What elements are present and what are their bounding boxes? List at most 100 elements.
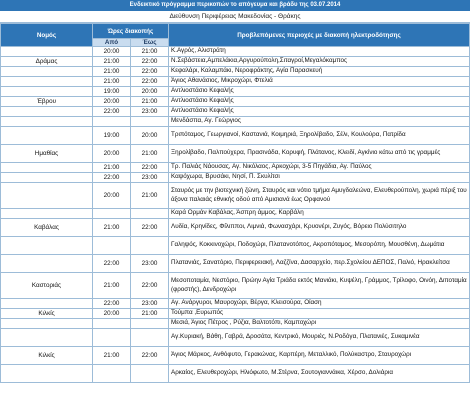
to-time-cell: 22:00 xyxy=(129,218,170,237)
to-time-cell xyxy=(129,116,170,127)
nomos-cell xyxy=(0,162,93,173)
nomos-cell xyxy=(0,66,93,77)
to-time-cell: 23:00 xyxy=(129,298,170,309)
areas-cell: Σταυρός με την βιοτεχνική ζώνη, Σταυρός … xyxy=(168,182,470,209)
from-time-cell: 19:00 xyxy=(92,86,131,97)
table-row: Καστοριάς 21:00 22:00 Μεσοποταμία, Νεστόριο… xyxy=(0,272,470,299)
areas-cell: Αρκαίος, Ελευθεροχώρι, Ηλιόφωτο, Μ.Στέρν… xyxy=(168,364,470,383)
areas-cell: Άγιος Αθανάσιος, Μικροχώρι, Φτελιά xyxy=(168,76,470,87)
from-time-cell: 22:00 xyxy=(92,172,131,183)
to-time-cell: 21:00 xyxy=(129,46,170,57)
from-time-cell: 21:00 xyxy=(92,272,131,299)
nomos-cell xyxy=(0,298,93,309)
outage-schedule: Ενδεικτικό πρόγραμμα περικοπών το απόγευ… xyxy=(0,0,470,404)
to-time-cell: 21:00 xyxy=(129,182,170,209)
table-row: 22:00 23:00 Αντλιοστάσιο Κεφαλής xyxy=(0,106,470,117)
table-row: 21:00 22:00 Κεφαλάρι, Καλαμπάκι, Νεροφράκτ… xyxy=(0,66,470,77)
from-time-cell: 20:00 xyxy=(92,308,131,319)
table-row: Μεσιά, Άγιος Πέτρος , Ρύζια, Βαλτοτόπι, … xyxy=(0,318,470,329)
col-eos-header: Έως xyxy=(129,38,170,47)
table-row: 22:00 23:00 Πλατανιάς, Σανατόριο, Περιφερε… xyxy=(0,254,470,273)
areas-cell: Ν.Σεβάστεια,Αμπελάκια,Αργυρούπολη,Σιταγρ… xyxy=(168,56,470,67)
nomos-cell xyxy=(0,172,93,183)
areas-cell: Αντλιοστάσιο Κεφαλής xyxy=(168,96,470,107)
table-row: Κιλκίς 20:00 21:00 Τούμπα ,Ευρωπός xyxy=(0,308,470,319)
from-time-cell xyxy=(92,236,131,255)
table-row: 19:00 20:00 Αντλιοστάσιο Κεφαλής xyxy=(0,86,470,97)
from-time-cell: 21:00 xyxy=(92,56,131,67)
from-time-cell: 21:00 xyxy=(92,218,131,237)
nomos-cell xyxy=(0,76,93,87)
table-row: 22:00 23:00 Αγ. Ανάργυροι, Μαυροχώρι, Βέργ… xyxy=(0,298,470,309)
from-time-cell: 21:00 xyxy=(92,76,131,87)
areas-cell: Αγ. Ανάργυροι, Μαυροχώρι, Βέργα, Κλεισού… xyxy=(168,298,470,309)
to-time-cell: 22:00 xyxy=(129,346,170,365)
from-time-cell: 19:00 xyxy=(92,126,131,145)
nomos-cell: Κιλκίς xyxy=(0,308,93,319)
nomos-cell xyxy=(0,254,93,273)
nomos-cell xyxy=(0,182,93,209)
from-time-cell: 21:00 xyxy=(92,346,131,365)
nomos-cell: Δράμας xyxy=(0,56,93,67)
from-time-cell xyxy=(92,364,131,383)
to-time-cell: 22:00 xyxy=(129,272,170,299)
col-nomos-header: Νομός xyxy=(0,23,93,47)
nomos-cell xyxy=(0,46,93,57)
nomos-cell xyxy=(0,328,93,347)
table-row: Ημαθίας 20:00 21:00 Ξηρολίβαδο, Παλπούχερα,… xyxy=(0,144,470,163)
from-time-cell xyxy=(92,318,131,329)
areas-cell: Μεσοποταμία, Νεστόριο, Πρώην Αγία Τριάδα… xyxy=(168,272,470,299)
to-time-cell xyxy=(129,208,170,219)
from-time-cell: 20:00 xyxy=(92,46,131,57)
to-time-cell: 22:00 xyxy=(129,76,170,87)
to-time-cell xyxy=(129,328,170,347)
from-time-cell: 20:00 xyxy=(92,96,131,107)
nomos-cell: Έβρου xyxy=(0,96,93,107)
table-row: Αρκαίος, Ελευθεροχώρι, Ηλιόφωτο, Μ.Στέρν… xyxy=(0,364,470,383)
schedule-title: Ενδεικτικό πρόγραμμα περικοπών το απόγευ… xyxy=(0,0,470,11)
nomos-cell xyxy=(0,236,93,255)
nomos-cell: Καβάλας xyxy=(0,218,93,237)
areas-cell: Αντλιοστάσιο Κεφαλής xyxy=(168,86,470,97)
table-row: 19:00 20:00 Τριπόταμος, Γεωργιανοί, Κασταν… xyxy=(0,126,470,145)
areas-cell: Τούμπα ,Ευρωπός xyxy=(168,308,470,319)
col-hours-header: Ώρες διακοπής xyxy=(91,23,170,39)
from-time-cell xyxy=(92,116,131,127)
to-time-cell: 23:00 xyxy=(129,106,170,117)
from-time-cell: 22:00 xyxy=(92,106,131,117)
table-row: 21:00 22:00 Τρ. Παλιάς Νάουσας, Αγ. Νικόλα… xyxy=(0,162,470,173)
table-row: 20:00 21:00 Σταυρός με την βιοτεχνική ζώνη… xyxy=(0,182,470,209)
nomos-cell xyxy=(0,86,93,97)
outage-table: Νομός Ώρες διακοπής Προβλεπόμενες περιοχ… xyxy=(0,23,470,383)
nomos-cell: Ημαθίας xyxy=(0,144,93,163)
to-time-cell: 21:00 xyxy=(129,96,170,107)
table-row: 21:00 22:00 Άγιος Αθανάσιος, Μικροχώρι, Φτ… xyxy=(0,76,470,87)
areas-cell: Καρά Ορμάν Καβάλας, Άσπρη άμμος, Καρβάλη xyxy=(168,208,470,219)
table-row: Μενδάσπα, Αγ. Γεώργιος xyxy=(0,116,470,127)
to-time-cell: 23:00 xyxy=(129,254,170,273)
areas-cell: Τριπόταμος, Γεωργιανοί, Καστανιά, Κοιμηρ… xyxy=(168,126,470,145)
to-time-cell: 20:00 xyxy=(129,86,170,97)
to-time-cell: 21:00 xyxy=(129,308,170,319)
table-row: 20:00 21:00 Κ.Αγρός, Αλιστράτη xyxy=(0,46,470,57)
col-apo-header: Από xyxy=(92,38,131,47)
table-row: Έβρου 20:00 21:00 Αντλιοστάσιο Κεφαλής xyxy=(0,96,470,107)
from-time-cell xyxy=(92,328,131,347)
areas-cell: Πλατανιάς, Σανατόριο, Περιφερειακή, Λαζζ… xyxy=(168,254,470,273)
nomos-cell xyxy=(0,116,93,127)
col-areas-header: Προβλεπόμενες περιοχές με διακοπή ηλεκτρ… xyxy=(168,23,470,47)
to-time-cell: 21:00 xyxy=(129,144,170,163)
areas-cell: Άγιος Μάρκος, Ανθόφυτο, Γερακώνας, Καρπέ… xyxy=(168,346,470,365)
areas-cell: Κεφαλάρι, Καλαμπάκι, Νεροφράκτης, Αγία Π… xyxy=(168,66,470,77)
from-time-cell xyxy=(92,208,131,219)
areas-cell: Μενδάσπα, Αγ. Γεώργιος xyxy=(168,116,470,127)
areas-cell: Ξηρολίβαδο, Παλπούχερα, Πρασινάδα, Κορυφ… xyxy=(168,144,470,163)
table-row: Κιλκίς 21:00 22:00 Άγιος Μάρκος, Ανθόφυτο, … xyxy=(0,346,470,365)
areas-cell: Καψόχωρα, Βρυσάκι, Νησί, Π. Σκυλίτσι xyxy=(168,172,470,183)
nomos-cell xyxy=(0,364,93,383)
to-time-cell: 22:00 xyxy=(129,56,170,67)
areas-cell: Γαληψός, Κοκκινοχώρι, Ποδοχώρι, Πλατανοτ… xyxy=(168,236,470,255)
areas-cell: Τρ. Παλιάς Νάουσας, Αγ. Νικόλαος, Αρκοχώ… xyxy=(168,162,470,173)
areas-cell: Αγ.Κυριακή, Βάθη, Γαβρά, Δροσάτα, Κεντρι… xyxy=(168,328,470,347)
areas-cell: Λυδία, Κρηνίδες, Φίλιπποι, Λιμνιά, Φωνασ… xyxy=(168,218,470,237)
